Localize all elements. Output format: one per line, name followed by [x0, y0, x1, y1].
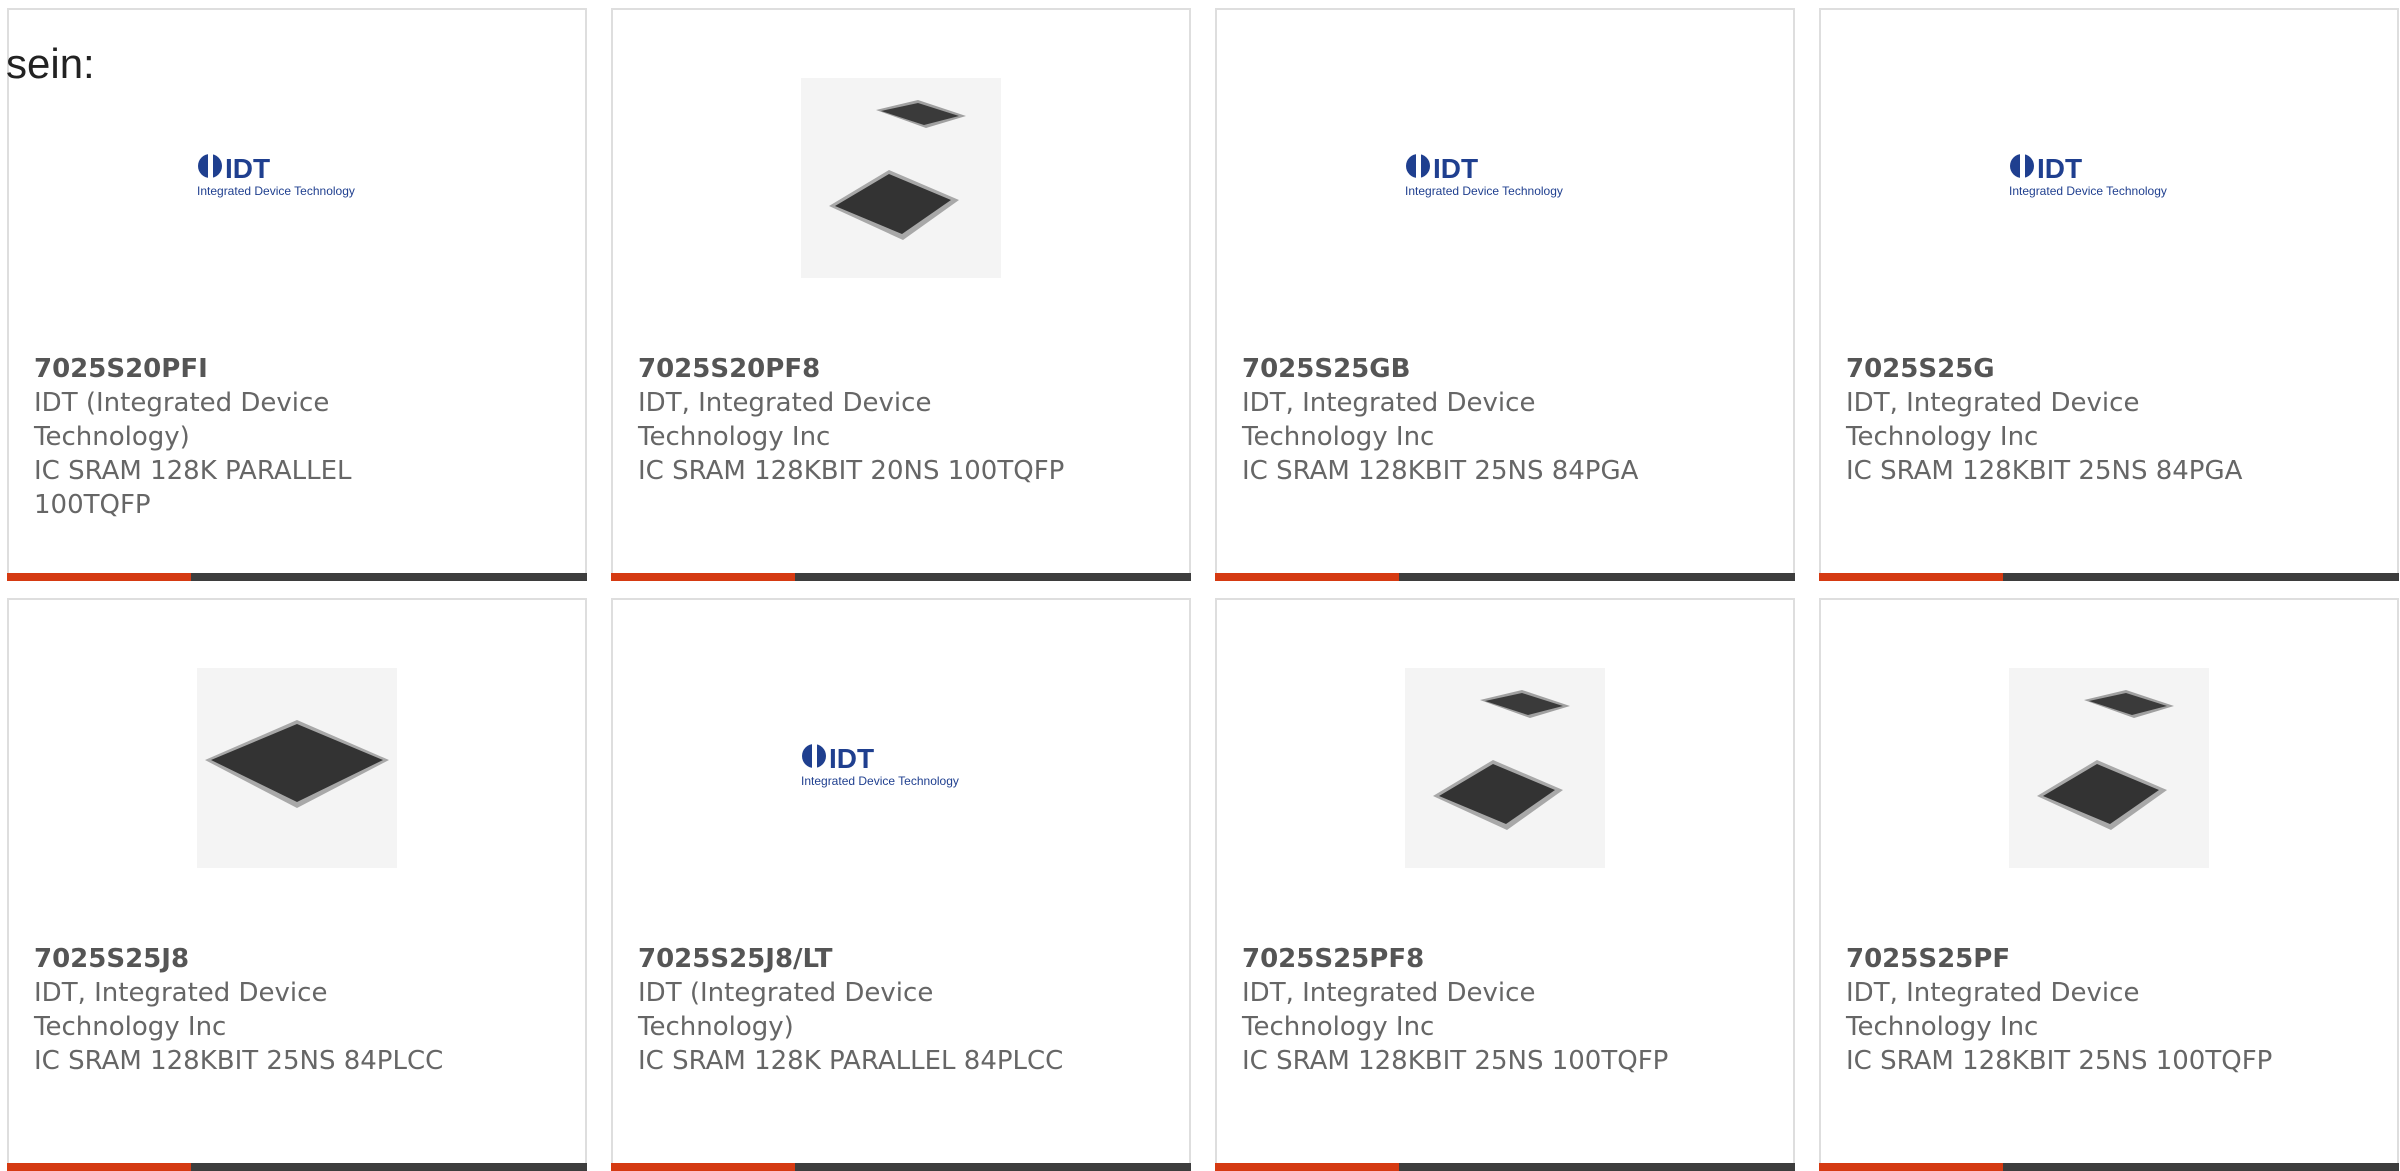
product-image: IDT Integrated Device Technology — [197, 78, 397, 278]
part-number[interactable]: 7025S25J8 — [34, 942, 464, 976]
card-accent-bar — [1819, 1163, 2399, 1171]
card-accent-bar — [7, 1163, 587, 1171]
logo-tagline: Integrated Device Technology — [197, 184, 355, 198]
card-accent-bar — [1819, 573, 2399, 581]
manufacturer: IDT, Integrated Device Technology Inc — [638, 388, 932, 452]
manufacturer: IDT, Integrated Device Technology Inc — [34, 978, 328, 1042]
product-card[interactable]: 7025S25J8 IDT, Integrated Device Technol… — [7, 598, 587, 1171]
chip-photo-icon — [197, 668, 397, 868]
product-image — [2009, 668, 2209, 868]
chip-photo-icon — [2009, 668, 2209, 868]
product-image — [801, 78, 1001, 278]
part-number[interactable]: 7025S20PF8 — [638, 352, 1068, 386]
idt-logo-icon: IDT Integrated Device Technology — [801, 743, 959, 788]
logo-tagline: Integrated Device Technology — [2009, 184, 2167, 198]
description: IC SRAM 128KBIT 25NS 84PGA — [1242, 456, 1639, 486]
description: IC SRAM 128KBIT 20NS 100TQFP — [638, 456, 1065, 486]
chip-photo-icon — [1405, 668, 1605, 868]
product-card[interactable]: 7025S25PF8 IDT, Integrated Device Techno… — [1215, 598, 1795, 1171]
manufacturer: IDT, Integrated Device Technology Inc — [1242, 388, 1536, 452]
manufacturer: IDT (Integrated Device Technology) — [34, 388, 330, 452]
description: IC SRAM 128K PARALLEL 100TQFP — [34, 456, 352, 520]
description: IC SRAM 128KBIT 25NS 84PLCC — [34, 1046, 444, 1076]
manufacturer: IDT, Integrated Device Technology Inc — [1242, 978, 1536, 1042]
card-accent-bar — [1215, 1163, 1795, 1171]
product-card[interactable]: 7025S25PF IDT, Integrated Device Technol… — [1819, 598, 2399, 1171]
chip-photo-icon — [801, 78, 1001, 278]
idt-logo-icon: IDT Integrated Device Technology — [2009, 153, 2167, 198]
logo-tagline: Integrated Device Technology — [801, 774, 959, 788]
product-image: IDT Integrated Device Technology — [2009, 78, 2209, 278]
description: IC SRAM 128KBIT 25NS 100TQFP — [1242, 1046, 1669, 1076]
logo-tagline: Integrated Device Technology — [1405, 184, 1563, 198]
part-number[interactable]: 7025S25PF — [1846, 942, 2276, 976]
card-accent-bar — [1215, 573, 1795, 581]
product-image: IDT Integrated Device Technology — [801, 668, 1001, 868]
manufacturer: IDT (Integrated Device Technology) — [638, 978, 934, 1042]
card-accent-bar — [611, 1163, 1191, 1171]
product-image: IDT Integrated Device Technology — [1405, 78, 1605, 278]
part-number[interactable]: 7025S20PFI — [34, 352, 464, 386]
product-image — [1405, 668, 1605, 868]
logo-brand: IDT — [829, 743, 874, 774]
product-card[interactable]: IDT Integrated Device Technology 7025S25… — [1819, 8, 2399, 581]
product-card[interactable]: IDT Integrated Device Technology 7025S20… — [7, 8, 587, 581]
product-card[interactable]: IDT Integrated Device Technology 7025S25… — [1215, 8, 1795, 581]
product-card[interactable]: IDT Integrated Device Technology 7025S25… — [611, 598, 1191, 1171]
part-number[interactable]: 7025S25PF8 — [1242, 942, 1672, 976]
product-image — [197, 668, 397, 868]
manufacturer: IDT, Integrated Device Technology Inc — [1846, 978, 2140, 1042]
description: IC SRAM 128K PARALLEL 84PLCC — [638, 1046, 1064, 1076]
idt-logo-icon: IDT Integrated Device Technology — [1405, 153, 1563, 198]
logo-brand: IDT — [225, 153, 270, 184]
product-card[interactable]: 7025S20PF8 IDT, Integrated Device Techno… — [611, 8, 1191, 581]
card-accent-bar — [611, 573, 1191, 581]
intro-text: sein: — [6, 40, 95, 87]
description: IC SRAM 128KBIT 25NS 84PGA — [1846, 456, 2243, 486]
part-number[interactable]: 7025S25G — [1846, 352, 2276, 386]
description: IC SRAM 128KBIT 25NS 100TQFP — [1846, 1046, 2273, 1076]
card-accent-bar — [7, 573, 587, 581]
product-grid: IDT Integrated Device Technology 7025S20… — [0, 0, 2400, 1171]
idt-logo-icon: IDT Integrated Device Technology — [197, 153, 355, 198]
manufacturer: IDT, Integrated Device Technology Inc — [1846, 388, 2140, 452]
logo-brand: IDT — [2037, 153, 2082, 184]
part-number[interactable]: 7025S25GB — [1242, 352, 1672, 386]
part-number[interactable]: 7025S25J8/LT — [638, 942, 1068, 976]
logo-brand: IDT — [1433, 153, 1478, 184]
